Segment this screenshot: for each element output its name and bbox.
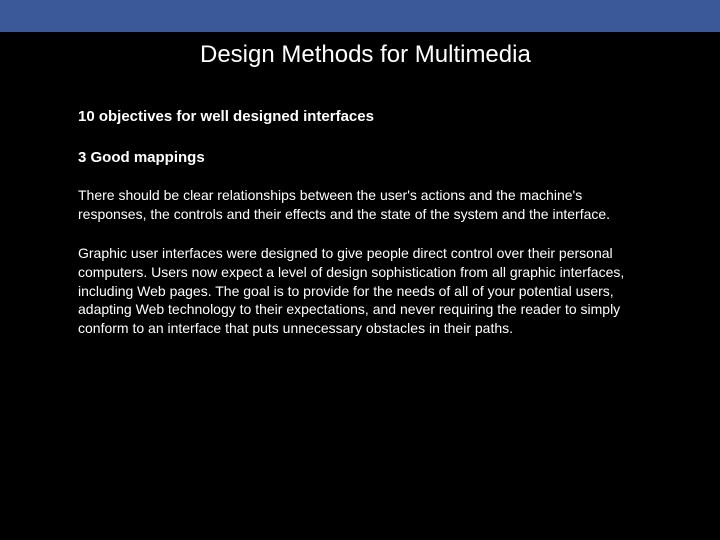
page-title: Design Methods for Multimedia: [200, 41, 531, 69]
title-bar: Design Methods for Multimedia: [0, 32, 720, 78]
top-accent-bar: [0, 0, 720, 32]
paragraph-2: Graphic user interfaces were designed to…: [78, 244, 650, 338]
subsection-title: 3 Good mappings: [78, 149, 650, 166]
content-area: 10 objectives for well designed interfac…: [0, 78, 720, 338]
section-title: 10 objectives for well designed interfac…: [78, 108, 650, 125]
paragraph-1: There should be clear relationships betw…: [78, 186, 650, 224]
